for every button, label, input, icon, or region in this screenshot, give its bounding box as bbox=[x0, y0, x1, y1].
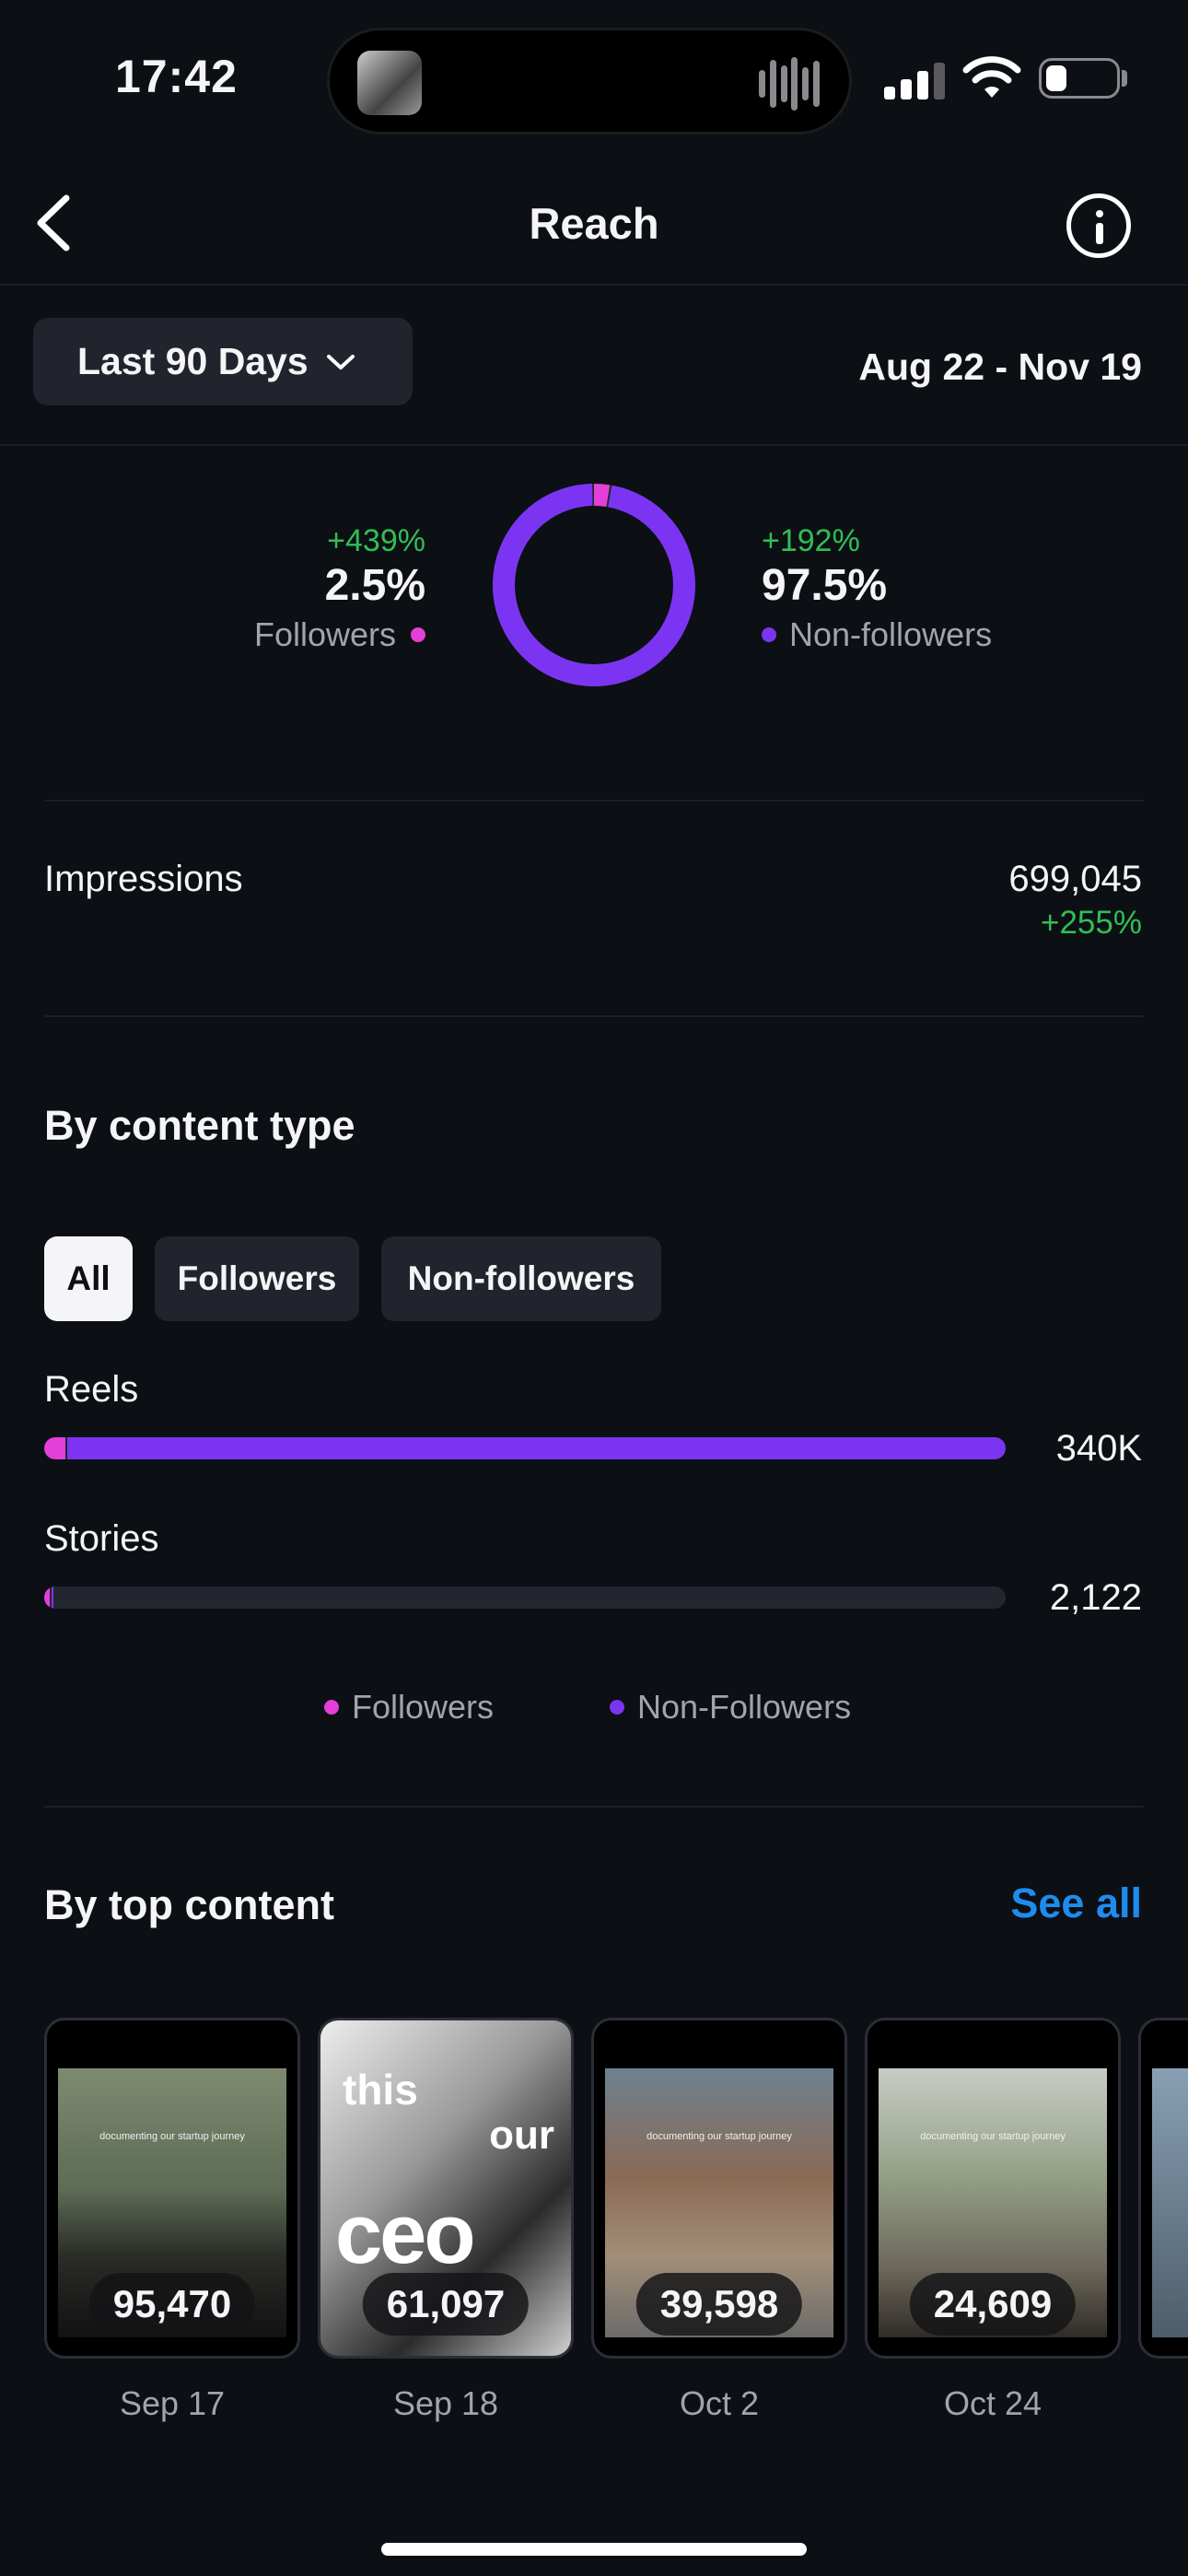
followers-label: Followers bbox=[254, 615, 425, 654]
top-content-card-3[interactable]: documenting our startup journey 39,598 bbox=[591, 2018, 847, 2359]
legend-non-followers-label: Non-Followers bbox=[637, 1688, 852, 1726]
chip-followers[interactable]: Followers bbox=[155, 1236, 359, 1321]
status-time: 17:42 bbox=[115, 51, 238, 102]
followers-label-text: Followers bbox=[253, 615, 396, 653]
chevron-down-icon bbox=[326, 354, 355, 369]
content-date: Oct 24 bbox=[943, 2384, 1042, 2422]
see-all-link[interactable]: See all bbox=[1010, 1879, 1142, 1927]
impressions-value: 699,045 bbox=[1008, 859, 1142, 899]
content-type-divider bbox=[44, 1806, 1144, 1808]
impressions-change: +255% bbox=[1041, 905, 1142, 941]
thumbnail-overlay-text: ceo bbox=[335, 2187, 476, 2281]
chip-all[interactable]: All bbox=[44, 1236, 133, 1321]
bar-value-reels: 340K bbox=[1055, 1428, 1142, 1469]
bar-reels bbox=[44, 1437, 1006, 1459]
top-content-card-5[interactable] bbox=[1138, 2018, 1188, 2359]
thumbnail-overlay-text: our bbox=[489, 2113, 554, 2158]
content-reach-count: 24,609 bbox=[909, 2273, 1077, 2336]
cellular-signal-icon bbox=[884, 61, 945, 100]
chip-non-followers[interactable]: Non-followers bbox=[381, 1236, 661, 1321]
info-icon[interactable] bbox=[1066, 193, 1131, 258]
donut-slice-non-followers bbox=[493, 484, 695, 686]
header-divider bbox=[0, 284, 1188, 286]
bar-stories-non-followers bbox=[52, 1587, 53, 1609]
content-type-title: By content type bbox=[44, 1102, 355, 1149]
non-followers-change: +192% bbox=[762, 523, 860, 558]
bar-label-reels: Reels bbox=[44, 1369, 139, 1410]
legend-non-followers-dot bbox=[610, 1700, 624, 1715]
non-followers-label-text: Non-followers bbox=[789, 615, 993, 653]
donut-divider bbox=[44, 800, 1144, 802]
top-content-card-2[interactable]: this our ceo 61,097 bbox=[318, 2018, 574, 2359]
bar-reels-followers bbox=[44, 1437, 65, 1459]
content-date: Sep 17 bbox=[119, 2384, 226, 2422]
filter-divider bbox=[0, 444, 1188, 446]
audience-donut-chart bbox=[493, 484, 695, 686]
top-content-card-1[interactable]: documenting our startup journey 95,470 bbox=[44, 2018, 300, 2359]
followers-change: +439% bbox=[327, 523, 425, 558]
bar-value-stories: 2,122 bbox=[1049, 1577, 1142, 1618]
audio-waveform-icon bbox=[759, 56, 820, 111]
legend-followers: Followers bbox=[324, 1688, 494, 1727]
content-date: Oct 2 bbox=[679, 2384, 760, 2422]
followers-dot bbox=[411, 627, 425, 642]
page-title: Reach bbox=[529, 199, 659, 248]
wifi-icon bbox=[962, 56, 1021, 98]
followers-percent: 2.5% bbox=[324, 561, 425, 610]
bar-stories-followers bbox=[44, 1587, 50, 1609]
non-followers-dot bbox=[762, 627, 776, 642]
battery-icon bbox=[1039, 58, 1120, 99]
non-followers-percent: 97.5% bbox=[762, 561, 888, 610]
bar-reels-non-followers bbox=[66, 1437, 1006, 1459]
legend-non-followers: Non-Followers bbox=[610, 1688, 851, 1727]
legend-followers-dot bbox=[324, 1700, 339, 1715]
content-reach-count: 95,470 bbox=[88, 2273, 256, 2336]
battery-level bbox=[1046, 65, 1066, 91]
content-thumbnail bbox=[1152, 2068, 1188, 2337]
thumbnail-overlay-text: this bbox=[343, 2066, 418, 2113]
now-playing-artwork bbox=[357, 51, 422, 115]
dynamic-island[interactable] bbox=[327, 28, 852, 135]
home-indicator[interactable] bbox=[381, 2543, 807, 2556]
thumbnail-caption: documenting our startup journey bbox=[99, 2131, 245, 2142]
top-content-title: By top content bbox=[44, 1881, 334, 1928]
battery-cap bbox=[1122, 70, 1127, 87]
content-reach-count: 39,598 bbox=[635, 2273, 803, 2336]
content-date: Sep 18 bbox=[392, 2384, 499, 2422]
date-range-text: Aug 22 - Nov 19 bbox=[858, 345, 1142, 388]
bar-stories bbox=[44, 1587, 1006, 1609]
impressions-divider bbox=[44, 1015, 1144, 1017]
impressions-label: Impressions bbox=[44, 859, 243, 899]
date-range-dropdown[interactable]: Last 90 Days bbox=[33, 318, 413, 405]
legend-followers-label: Followers bbox=[352, 1688, 495, 1726]
top-content-card-4[interactable]: documenting our startup journey 24,609 bbox=[865, 2018, 1121, 2359]
content-reach-count: 61,097 bbox=[362, 2273, 530, 2336]
date-range-dropdown-label: Last 90 Days bbox=[77, 340, 309, 382]
non-followers-label: Non-followers bbox=[762, 615, 992, 654]
thumbnail-caption: documenting our startup journey bbox=[920, 2131, 1066, 2142]
bar-label-stories: Stories bbox=[44, 1518, 159, 1559]
thumbnail-caption: documenting our startup journey bbox=[646, 2131, 792, 2142]
